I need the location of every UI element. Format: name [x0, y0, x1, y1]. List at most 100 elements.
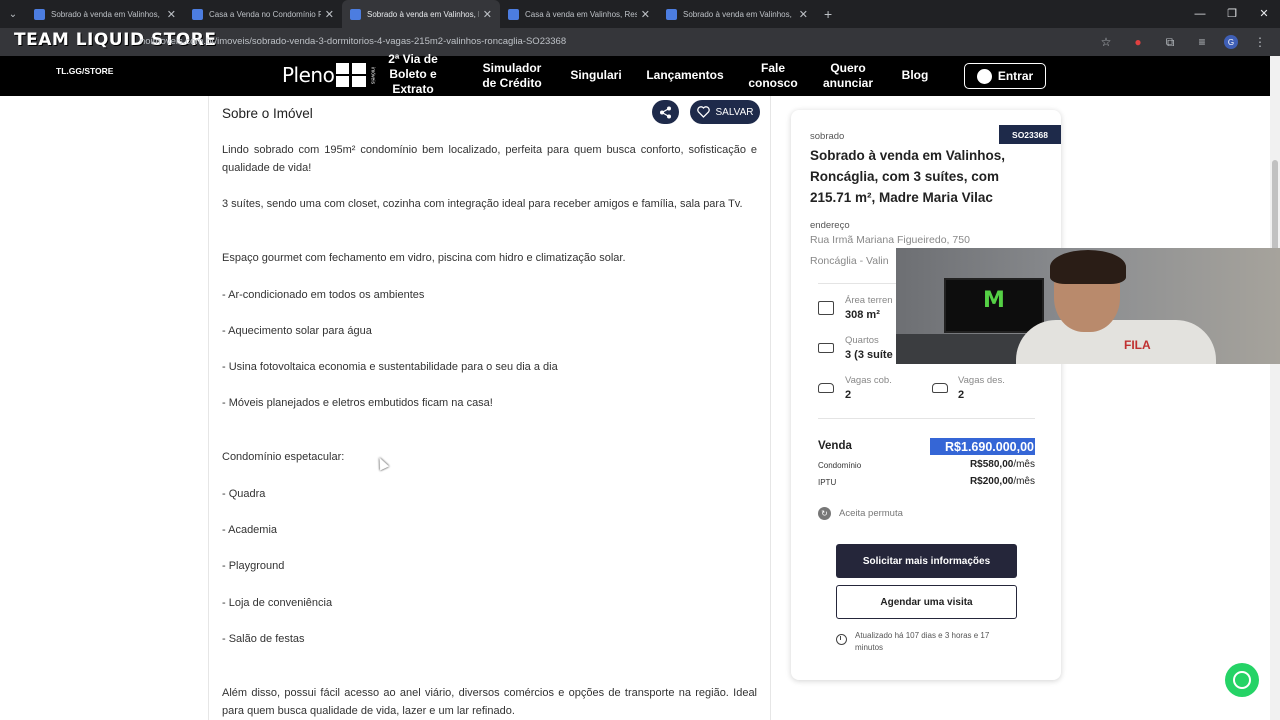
close-icon[interactable]: ✕	[641, 8, 650, 21]
description-list-item: - Usina fotovoltaica economia e sustenta…	[222, 361, 558, 373]
extensions-puzzle-icon[interactable]: ⧉	[1160, 32, 1180, 52]
tab-title: Casa à venda em Valinhos, Res	[525, 9, 637, 19]
close-icon[interactable]: ✕	[167, 8, 176, 21]
sale-price: R$1.690.000,00	[930, 438, 1035, 455]
tab-search-icon[interactable]: ⌄	[0, 0, 26, 28]
webcam-desk	[896, 334, 1026, 364]
area-icon	[818, 301, 834, 315]
iptu-label: IPTU	[818, 478, 837, 487]
iptu-amount: R$200,00	[969, 476, 1014, 487]
iptu-value: R$200,00/mês	[970, 476, 1035, 487]
description-paragraph: Além disso, possui fácil acesso ao anel …	[222, 687, 757, 717]
page-scrollbar[interactable]	[1270, 56, 1280, 720]
description-list-item: - Ar-condicionado em todos os ambientes	[222, 289, 425, 301]
streamer-webcam: M FILA	[896, 248, 1280, 364]
browser-tab-bar: ⌄ Sobrado à venda em Valinhos, ✕ Casa a …	[0, 0, 1280, 28]
minimize-icon[interactable]: —	[1184, 0, 1216, 28]
close-window-icon[interactable]: ✕	[1248, 0, 1280, 28]
covered-parking-value: 2	[845, 389, 852, 401]
request-info-button[interactable]: Solicitar mais informações	[836, 544, 1017, 578]
nav-fale-conosco[interactable]: Fale conosco	[745, 61, 801, 91]
webcam-person-hair	[1050, 250, 1126, 284]
description-list-item: - Playground	[222, 560, 285, 572]
save-button[interactable]: SALVAR	[690, 100, 760, 124]
property-code-badge: SO23368	[999, 125, 1061, 144]
new-tab-icon[interactable]: +	[824, 6, 832, 22]
favicon-icon	[34, 8, 45, 20]
condo-fee-amount: R$580,00	[969, 459, 1014, 470]
address-bar-icons: ☆ ● ⧉ ≡ G ⋮	[1096, 32, 1270, 52]
description-list-item: - Móveis planejados e eletros embutidos …	[222, 397, 493, 409]
tab-title: Sobrado à venda em Valinhos,	[683, 9, 792, 19]
restore-icon[interactable]: ❐	[1216, 0, 1248, 28]
description-list-item: - Salão de festas	[222, 633, 305, 645]
description-list-item: - Quadra	[222, 488, 266, 500]
url-field[interactable]: noimoveis.com.br/imoveis/sobrado-venda-3…	[140, 36, 566, 47]
description-list-item: - Aquecimento solar para água	[222, 325, 372, 337]
profile-avatar[interactable]: G	[1224, 35, 1238, 49]
logo-mark-icon	[336, 63, 367, 87]
logo-subtext: imóveis	[369, 66, 376, 84]
nav-blog[interactable]: Blog	[896, 68, 934, 83]
address-neighborhood: Roncáglia - Valin	[810, 255, 889, 267]
browser-tab[interactable]: Casa a Venda no Condomínio F ✕	[184, 0, 342, 28]
share-button[interactable]	[652, 100, 679, 124]
whatsapp-icon	[1233, 671, 1251, 689]
rooms-label: Quartos	[845, 335, 879, 346]
property-title: Sobrado à venda em Valinhos, Roncáglia, …	[810, 148, 1006, 205]
description-paragraph: Condomínio espetacular:	[222, 451, 345, 463]
schedule-visit-button[interactable]: Agendar uma visita	[836, 585, 1017, 619]
description-list-item: - Academia	[222, 524, 278, 536]
favicon-icon	[666, 8, 677, 20]
favicon-icon	[192, 8, 203, 20]
media-control-icon[interactable]: ≡	[1192, 32, 1212, 52]
login-label: Entrar	[997, 69, 1034, 83]
webcam-person-shirt	[1016, 320, 1216, 364]
uncovered-parking-label: Vagas des.	[958, 375, 1005, 386]
menu-kebab-icon[interactable]: ⋮	[1250, 32, 1270, 52]
condo-fee-value: R$580,00/mês	[970, 459, 1035, 470]
tab-title: Sobrado à venda em Valinhos,	[51, 9, 160, 19]
close-icon[interactable]: ✕	[799, 8, 808, 21]
login-button[interactable]: Entrar	[964, 63, 1046, 89]
save-label: SALVAR	[715, 106, 754, 118]
covered-parking-label: Vagas cob.	[845, 375, 892, 386]
nav-quero-anunciar[interactable]: Quero anunciar	[818, 61, 878, 91]
condo-fee-period: /mês	[1013, 459, 1035, 470]
description-list-item: - Loja de conveniência	[222, 597, 333, 609]
nav-boleto[interactable]: 2ª Via de Boleto e Extrato	[385, 52, 441, 97]
car-icon	[818, 383, 834, 393]
exchange-icon: ↻	[818, 507, 831, 520]
nav-singulari[interactable]: Singulari	[566, 68, 626, 83]
divider	[818, 418, 1035, 419]
accepts-exchange: ↻ Aceita permuta	[818, 507, 903, 520]
area-label: Área terren	[845, 295, 893, 306]
site-logo[interactable]: Pleno imóveis	[282, 63, 375, 87]
accepts-exchange-label: Aceita permuta	[839, 508, 903, 519]
clock-icon	[836, 634, 847, 645]
nav-simulador[interactable]: Simulador de Crédito	[478, 61, 546, 91]
browser-tab-active[interactable]: Sobrado à venda em Valinhos, I ✕	[342, 0, 500, 28]
browser-tab[interactable]: Casa à venda em Valinhos, Res ✕	[500, 0, 658, 28]
bookmark-star-icon[interactable]: ☆	[1096, 32, 1116, 52]
property-type: sobrado	[810, 131, 845, 142]
site-navbar: TL.GG/STORE Pleno imóveis 2ª Via de Bole…	[0, 52, 1270, 96]
favicon-icon	[508, 8, 519, 20]
browser-tab[interactable]: Sobrado à venda em Valinhos, ✕	[658, 0, 816, 28]
close-icon[interactable]: ✕	[325, 8, 334, 21]
address-label: endereço	[810, 220, 850, 231]
description-paragraph: 3 suítes, sendo uma com closet, cozinha …	[222, 198, 743, 210]
iptu-period: /mês	[1013, 476, 1035, 487]
shirt-logo: FILA	[1124, 338, 1151, 352]
browser-tab[interactable]: Sobrado à venda em Valinhos, ✕	[26, 0, 184, 28]
whatsapp-button[interactable]	[1225, 663, 1259, 697]
nav-lancamentos[interactable]: Lançamentos	[644, 68, 726, 83]
rooms-value: 3 (3 suíte	[845, 349, 893, 361]
extension-icon[interactable]: ●	[1128, 32, 1148, 52]
last-updated-text: Atualizado há 107 dias e 3 horas e 17 mi…	[855, 631, 990, 652]
close-icon[interactable]: ✕	[483, 8, 492, 21]
address-street: Rua Irmã Mariana Figueiredo, 750	[810, 234, 970, 246]
tab-title: Sobrado à venda em Valinhos, I	[367, 9, 479, 19]
description-paragraph: Lindo sobrado com 195m² condomínio bem l…	[222, 144, 757, 174]
last-updated: Atualizado há 107 dias e 3 horas e 17 mi…	[836, 630, 1016, 654]
